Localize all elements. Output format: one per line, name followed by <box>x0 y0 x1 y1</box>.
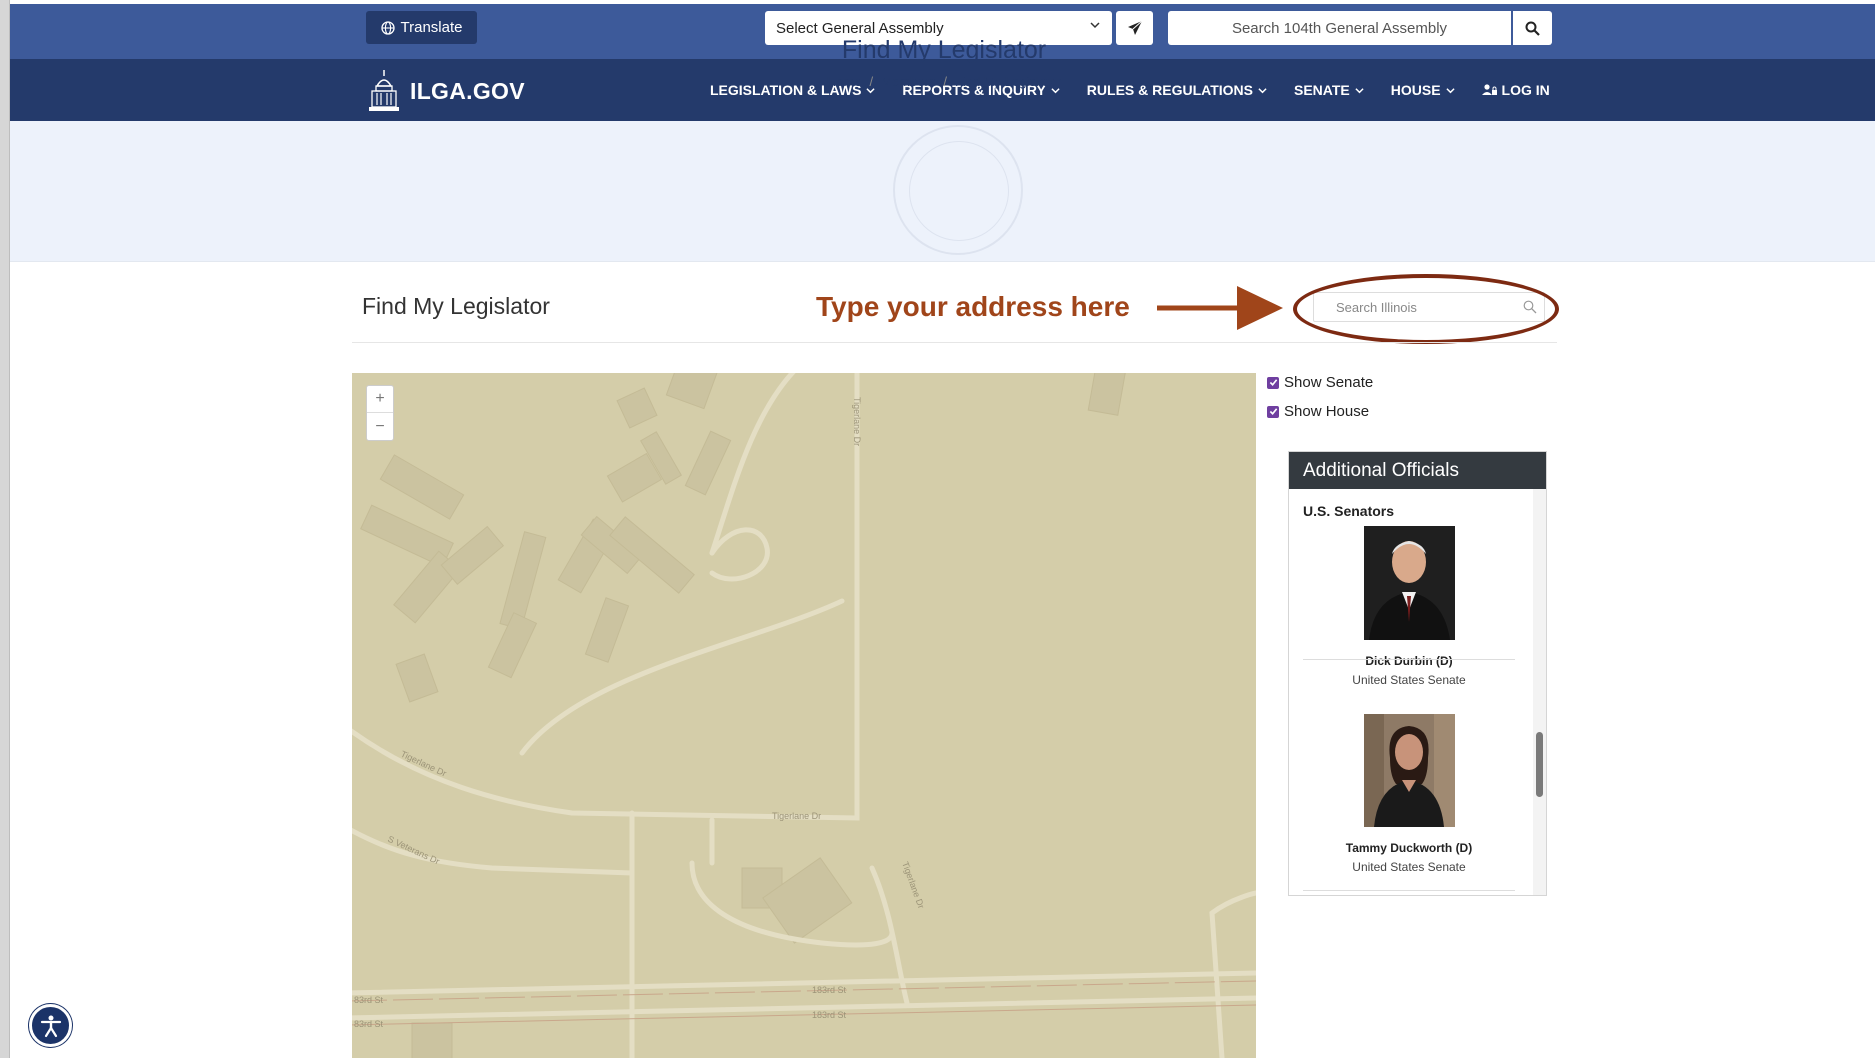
show-house-label: Show House <box>1284 403 1370 420</box>
address-annotation: Type your address here <box>816 291 1130 322</box>
official-name: Tammy Duckworth (D) <box>1345 841 1473 855</box>
officials-header: Additional Officials <box>1289 452 1546 489</box>
zoom-in-button[interactable]: + <box>367 386 393 413</box>
highlight-ellipse <box>1293 274 1559 344</box>
breadcrumb-current: Find My Legislator <box>954 74 1062 89</box>
show-house-toggle[interactable]: Show House <box>1267 403 1369 420</box>
official-photo <box>1363 526 1455 640</box>
show-senate-label: Show Senate <box>1284 374 1374 391</box>
assembly-select-value: Select General Assembly <box>776 19 944 37</box>
search-icon <box>1525 21 1540 36</box>
official-card[interactable]: Tammy Duckworth (D) United States Senate <box>1289 714 1529 874</box>
divider <box>352 342 1557 343</box>
accessibility-icon <box>40 1015 61 1037</box>
official-office: United States Senate <box>1352 673 1466 687</box>
breadcrumb-separator: / <box>943 74 947 89</box>
additional-officials-panel: Additional Officials U.S. Senators Dick … <box>1288 451 1547 896</box>
zoom-out-button[interactable]: − <box>367 413 393 440</box>
page-title: Find My Legislator <box>841 36 1047 64</box>
divider <box>1303 890 1515 891</box>
scrollbar-thumb[interactable] <box>1536 732 1543 797</box>
show-senate-toggle[interactable]: Show Senate <box>1267 374 1373 391</box>
state-seal-watermark <box>893 125 1023 255</box>
street-label: Tigerlane Dr <box>852 397 862 446</box>
translate-label: Translate <box>400 19 463 36</box>
official-office: United States Senate <box>1352 860 1466 874</box>
search-assembly-placeholder: Search 104th General Assembly <box>1231 19 1448 37</box>
map-tiles: Tigerlane Dr Tigerlane Dr Tigerlane Dr T… <box>352 373 1256 1058</box>
divider <box>1303 659 1515 660</box>
official-name: Dick Durbin (D) <box>1365 654 1453 668</box>
accessibility-button[interactable] <box>29 1004 72 1047</box>
official-card[interactable]: Dick Durbin (D) United States Senate <box>1289 526 1529 687</box>
main-nav: ILGA.GOV LEGISLATION & LAWS REPORTS & IN… <box>10 59 1875 121</box>
checkbox-checked-icon[interactable] <box>1267 376 1279 389</box>
street-label: 83rd St <box>354 1019 384 1029</box>
globe-icon <box>380 20 395 35</box>
section-heading: Find My Legislator <box>362 293 550 319</box>
street-label: Tigerlane Dr <box>772 811 821 821</box>
street-label: 183rd St <box>812 985 847 995</box>
breadcrumb: Home / Members / Find My Legislator <box>0 74 1875 89</box>
legislator-map[interactable]: Tigerlane Dr Tigerlane Dr Tigerlane Dr T… <box>352 373 1256 1058</box>
breadcrumb-home[interactable]: Home <box>827 74 862 89</box>
officials-scrollbar[interactable] <box>1533 489 1546 895</box>
street-label: 83rd St <box>354 995 384 1005</box>
official-photo <box>1363 714 1455 827</box>
map-zoom-control: + − <box>366 385 394 441</box>
breadcrumb-members[interactable]: Members <box>881 74 935 89</box>
page: Translate Select General Assembly Search… <box>0 0 1875 1058</box>
paper-plane-icon <box>1127 20 1142 35</box>
us-senators-heading: U.S. Senators <box>1303 503 1395 519</box>
nav-menu: LEGISLATION & LAWS REPORTS & INQUIRY RUL… <box>710 59 1550 121</box>
page-hero <box>10 121 1875 262</box>
street-label: 183rd St <box>812 1010 847 1020</box>
window-edge <box>0 0 10 1058</box>
checkbox-checked-icon[interactable] <box>1267 405 1279 418</box>
street-label: Tigerlane Dr <box>900 860 926 910</box>
arrow-right-icon <box>1157 286 1283 330</box>
breadcrumb-separator: / <box>869 74 874 89</box>
chevron-down-icon <box>1090 22 1100 29</box>
